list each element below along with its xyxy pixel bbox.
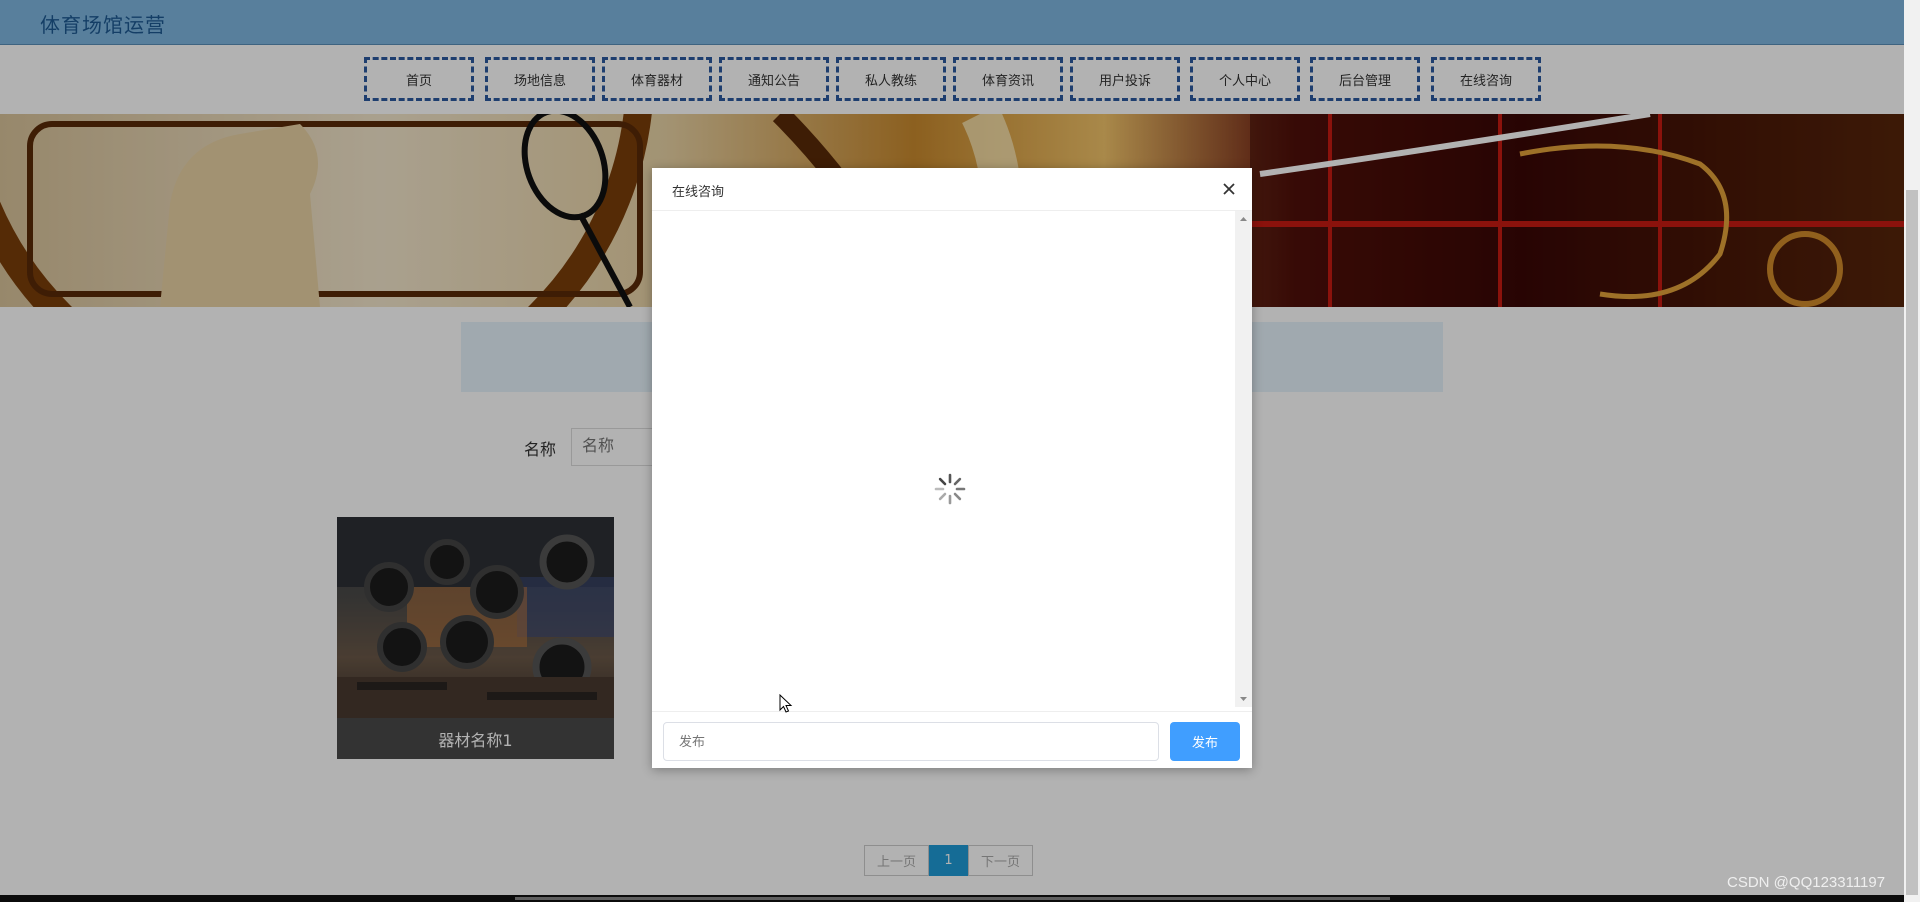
chat-content-area[interactable] — [652, 211, 1252, 711]
dialog-header: 在线咨询 — [652, 168, 1252, 211]
loading-spinner-icon — [934, 473, 966, 505]
online-consult-dialog: 在线咨询 发布 — [652, 168, 1252, 768]
page-scrollbar-thumb[interactable] — [1906, 190, 1918, 895]
message-input[interactable] — [663, 722, 1159, 761]
publish-button[interactable]: 发布 — [1170, 722, 1240, 761]
dialog-footer: 发布 — [652, 711, 1252, 768]
dialog-scrollbar[interactable] — [1235, 211, 1252, 707]
close-icon[interactable] — [1220, 180, 1238, 198]
dialog-title: 在线咨询 — [672, 185, 725, 200]
mouse-cursor-icon — [779, 694, 793, 713]
watermark: CSDN @QQ123311197 — [1727, 874, 1886, 891]
